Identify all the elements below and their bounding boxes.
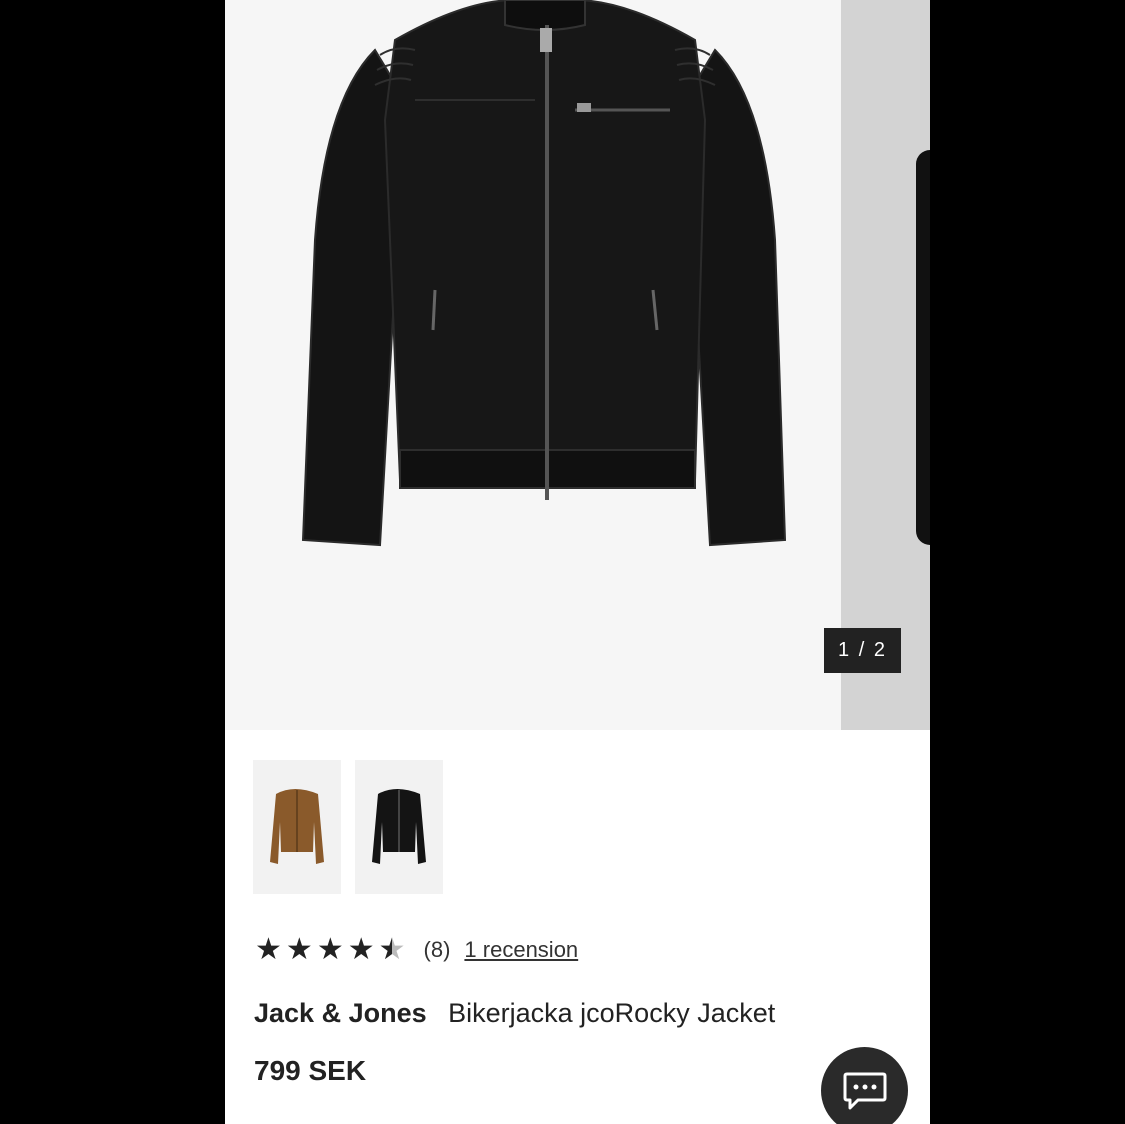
thumbnail-black[interactable] bbox=[355, 760, 443, 894]
product-title: Jack & Jones Bikerjacka jcoRocky Jacket bbox=[254, 998, 775, 1029]
chat-button[interactable] bbox=[821, 1047, 908, 1124]
product-price: 799 SEK bbox=[254, 1055, 367, 1086]
image-gallery[interactable]: 1 / 2 bbox=[225, 0, 930, 730]
chat-bubble-icon bbox=[843, 1072, 886, 1109]
star-icon: ★ bbox=[285, 933, 313, 966]
product-name: Bikerjacka jcoRocky Jacket bbox=[448, 998, 776, 1028]
half-star-icon: ★★ bbox=[378, 933, 406, 966]
reviews-link[interactable]: 1 recension bbox=[464, 937, 578, 963]
star-icon: ★ bbox=[255, 933, 282, 966]
black-jacket-thumbnail bbox=[372, 789, 426, 864]
star-icon: ★ bbox=[316, 933, 344, 966]
thumbnail-brown[interactable] bbox=[253, 760, 341, 894]
rating-count: (8) bbox=[423, 937, 451, 962]
brown-jacket-thumbnail bbox=[270, 789, 324, 864]
star-icon: ★ bbox=[347, 933, 375, 966]
jacket-main-image bbox=[301, 0, 787, 547]
image-counter: 1 / 2 bbox=[824, 628, 901, 673]
next-image-peek[interactable] bbox=[841, 0, 930, 730]
thumbnail-strip bbox=[253, 760, 443, 894]
star-rating: ★ ★ ★ ★ ★★ bbox=[255, 935, 406, 965]
rating-row: ★ ★ ★ ★ ★★ (8) 1 recension bbox=[255, 935, 578, 965]
product-brand[interactable]: Jack & Jones bbox=[254, 998, 427, 1028]
product-page: 1 / 2 ★ ★ ★ ★ ★★ (8) 1 recension Jack & … bbox=[225, 0, 930, 1124]
